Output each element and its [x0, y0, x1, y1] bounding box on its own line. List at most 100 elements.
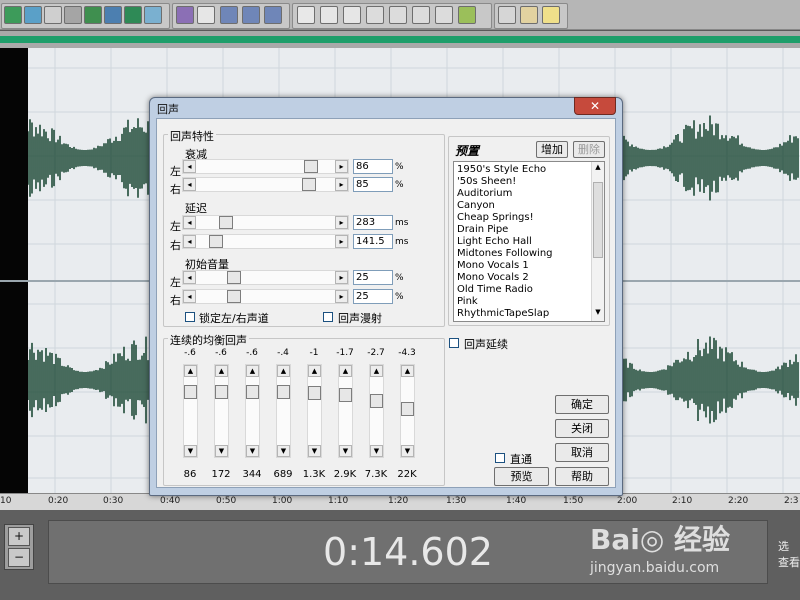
eq-band-thumb[interactable] — [308, 386, 321, 400]
initial-volume-left-input[interactable]: 25 — [353, 270, 393, 285]
eq-up-icon[interactable]: ▲ — [277, 365, 290, 377]
record-icon[interactable] — [343, 6, 361, 24]
slider-track[interactable] — [182, 289, 349, 304]
select-icon[interactable] — [197, 6, 215, 24]
continue-echo-checkbox[interactable] — [449, 338, 459, 348]
slider-thumb[interactable] — [227, 290, 241, 303]
initial-volume-right-input[interactable]: 25 — [353, 289, 393, 304]
eq-down-icon[interactable]: ▼ — [184, 445, 197, 457]
ok-button[interactable]: 确定 — [555, 395, 609, 414]
decay-right-input[interactable]: 85 — [353, 177, 393, 192]
arrow-right-icon[interactable]: ▸ — [335, 160, 348, 173]
time-icon[interactable] — [412, 6, 430, 24]
delay-right-slider[interactable]: ◂ ▸ — [182, 234, 349, 249]
settings-icon[interactable] — [498, 6, 516, 24]
scroll-up-icon[interactable]: ▲ — [593, 163, 603, 173]
arrow-right-icon[interactable]: ▸ — [335, 178, 348, 191]
eq-down-icon[interactable]: ▼ — [277, 445, 290, 457]
arrow-left-icon[interactable]: ◂ — [183, 290, 196, 303]
arrow-left-icon[interactable]: ◂ — [183, 235, 196, 248]
eq-band-thumb[interactable] — [370, 394, 383, 408]
eq-band-slider[interactable] — [276, 364, 291, 458]
play-icon[interactable] — [366, 6, 384, 24]
eq-up-icon[interactable]: ▲ — [370, 365, 383, 377]
search-icon[interactable] — [144, 6, 162, 24]
help-icon[interactable] — [542, 6, 560, 24]
add-preset-button[interactable]: 增加 — [536, 141, 568, 158]
new-file-icon[interactable] — [4, 6, 22, 24]
eq-up-icon[interactable]: ▲ — [401, 365, 414, 377]
eq-down-icon[interactable]: ▼ — [246, 445, 259, 457]
preset-item[interactable]: Mono Vocals 1 — [457, 260, 529, 272]
zoom-in-icon[interactable]: + — [8, 527, 30, 546]
grid-icon[interactable] — [104, 6, 122, 24]
eq-band-thumb[interactable] — [215, 385, 228, 399]
slider-thumb[interactable] — [302, 178, 316, 191]
document-icon[interactable] — [297, 6, 315, 24]
eq-band-slider[interactable] — [214, 364, 229, 458]
cd-icon[interactable] — [320, 6, 338, 24]
decay-right-slider[interactable]: ◂ ▸ — [182, 177, 349, 192]
eq-up-icon[interactable]: ▲ — [308, 365, 321, 377]
copy-icon[interactable] — [24, 6, 42, 24]
preset-item[interactable]: RhythmicTapeSlap — [457, 308, 549, 320]
eq-down-icon[interactable]: ▼ — [308, 445, 321, 457]
preset-item[interactable]: Midtones Following — [457, 248, 553, 260]
draw-icon[interactable] — [176, 6, 194, 24]
initial-volume-left-slider[interactable]: ◂ ▸ — [182, 270, 349, 285]
eq-down-icon[interactable]: ▼ — [339, 445, 352, 457]
eq-down-icon[interactable]: ▼ — [215, 445, 228, 457]
scroll-thumb[interactable] — [593, 182, 603, 258]
help-button[interactable]: 帮助 — [555, 467, 609, 486]
preset-item[interactable]: '50s Sheen! — [457, 176, 516, 188]
bypass-checkbox[interactable] — [495, 453, 505, 463]
arrow-right-icon[interactable]: ▸ — [335, 290, 348, 303]
preset-scrollbar[interactable]: ▲ ▼ — [591, 162, 604, 321]
slider-thumb[interactable] — [209, 235, 223, 248]
arrow-left-icon[interactable]: ◂ — [183, 216, 196, 229]
preset-item[interactable]: Pink — [457, 296, 478, 308]
eq-up-icon[interactable]: ▲ — [184, 365, 197, 377]
arrow-left-icon[interactable]: ◂ — [183, 178, 196, 191]
delay-left-input[interactable]: 283 — [353, 215, 393, 230]
lock-channels-checkbox[interactable] — [185, 312, 195, 322]
delay-left-slider[interactable]: ◂ ▸ — [182, 215, 349, 230]
slider-thumb[interactable] — [219, 216, 233, 229]
eq-band-slider[interactable] — [369, 364, 384, 458]
preset-item[interactable]: Drain Pipe — [457, 224, 508, 236]
slider-thumb[interactable] — [304, 160, 318, 173]
eq-up-icon[interactable]: ▲ — [339, 365, 352, 377]
download-icon[interactable] — [64, 6, 82, 24]
preview-button[interactable]: 预览 — [494, 467, 549, 486]
delete-preset-button[interactable]: 删除 — [573, 141, 605, 158]
slider-track[interactable] — [182, 215, 349, 230]
multitrack-icon[interactable] — [220, 6, 238, 24]
slider-track[interactable] — [182, 177, 349, 192]
arrow-right-icon[interactable]: ▸ — [335, 216, 348, 229]
slider-thumb[interactable] — [227, 271, 241, 284]
cancel-button[interactable]: 取消 — [555, 443, 609, 462]
echo-diffusion-checkbox[interactable] — [323, 312, 333, 322]
paste-icon[interactable] — [44, 6, 62, 24]
slider-track[interactable] — [182, 159, 349, 174]
overview-range-bar[interactable] — [0, 36, 800, 43]
eq-band-slider[interactable] — [245, 364, 260, 458]
bars-icon[interactable] — [435, 6, 453, 24]
preset-item[interactable]: Mono Vocals 2 — [457, 272, 529, 284]
eq-band-thumb[interactable] — [246, 385, 259, 399]
eq-band-slider[interactable] — [338, 364, 353, 458]
decay-left-slider[interactable]: ◂ ▸ — [182, 159, 349, 174]
zoom-icon[interactable] — [389, 6, 407, 24]
mixer-icon[interactable] — [264, 6, 282, 24]
eq-up-icon[interactable]: ▲ — [215, 365, 228, 377]
eq-up-icon[interactable]: ▲ — [246, 365, 259, 377]
preset-item[interactable]: Light Echo Hall — [457, 236, 532, 248]
eq-band-thumb[interactable] — [401, 402, 414, 416]
meter-icon[interactable] — [458, 6, 476, 24]
eq-band-thumb[interactable] — [339, 388, 352, 402]
delay-right-input[interactable]: 141.5 — [353, 234, 393, 249]
eq-down-icon[interactable]: ▼ — [370, 445, 383, 457]
slider-track[interactable] — [182, 234, 349, 249]
eq-band-thumb[interactable] — [277, 385, 290, 399]
preset-item[interactable]: 1950's Style Echo — [457, 164, 546, 176]
